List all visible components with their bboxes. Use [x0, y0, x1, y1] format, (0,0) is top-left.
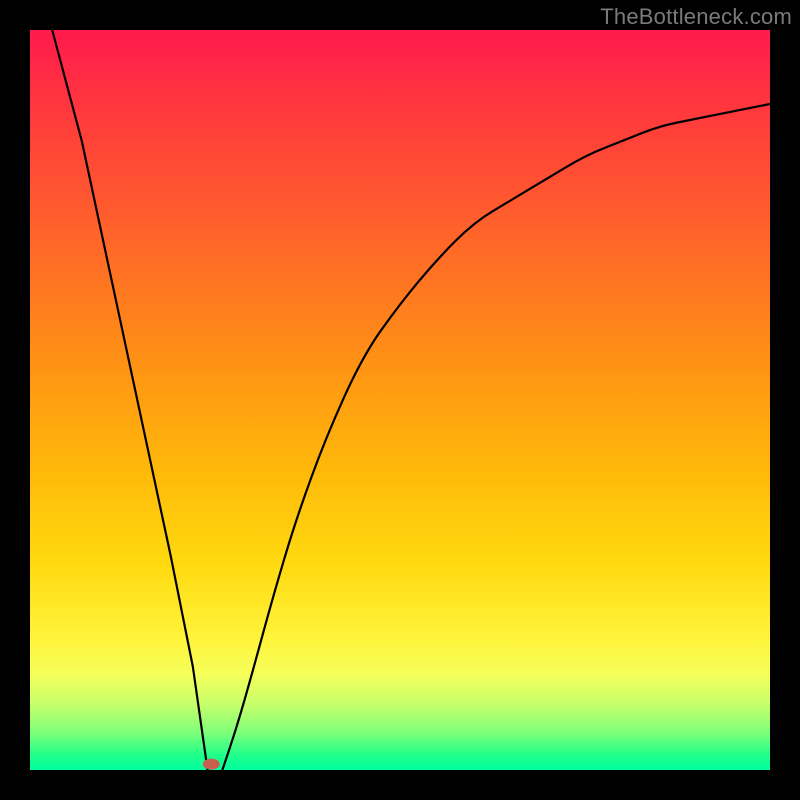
- chart-root: TheBottleneck.com: [0, 0, 800, 800]
- curve-left-branch: [52, 30, 207, 770]
- plot-area: [30, 30, 770, 770]
- minimum-marker: [203, 759, 219, 769]
- watermark-text: TheBottleneck.com: [600, 4, 792, 30]
- curve-right-branch: [222, 104, 770, 770]
- curve-svg: [30, 30, 770, 770]
